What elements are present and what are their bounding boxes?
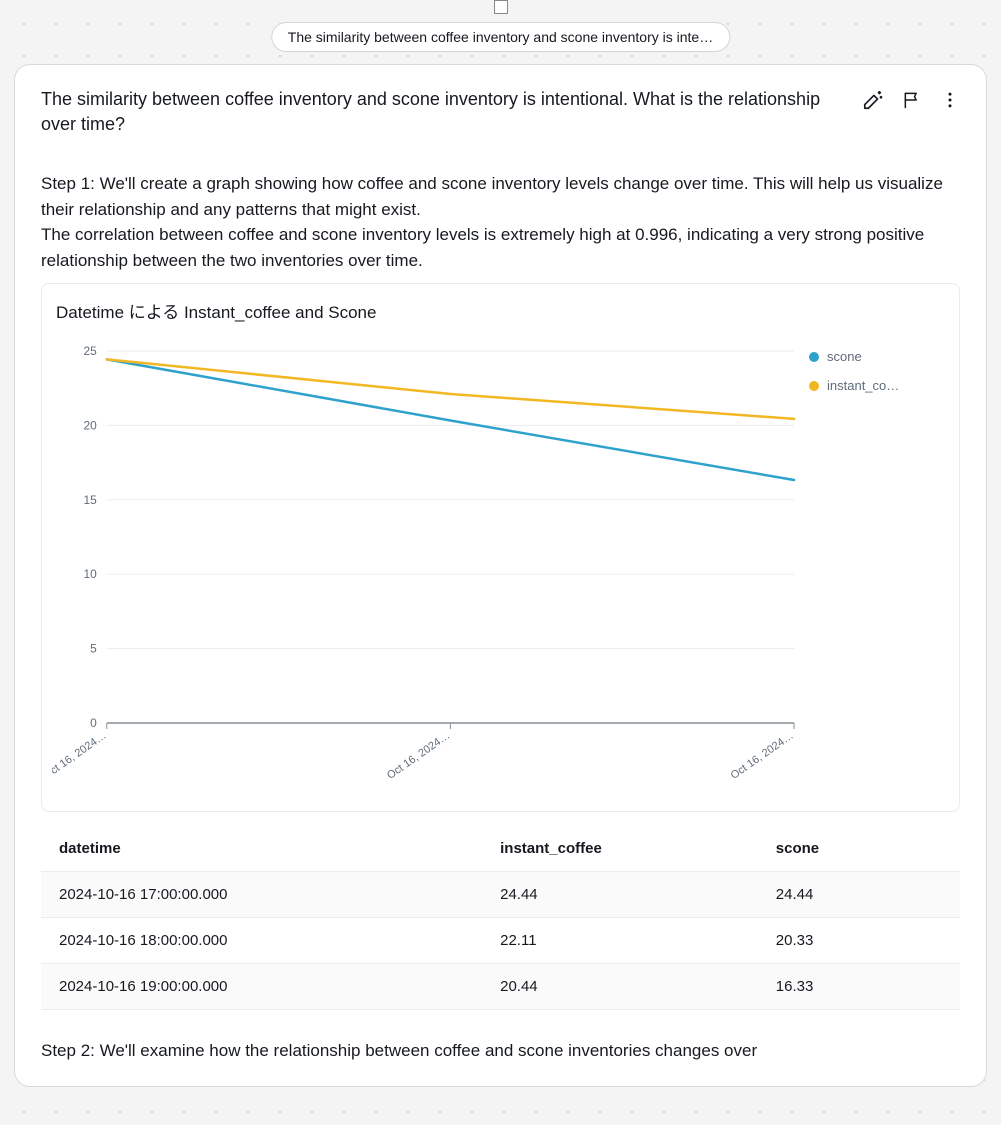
col-instant-coffee[interactable]: instant_coffee [482,826,758,872]
chart-title: Datetime による Instant_coffee and Scone [56,298,949,323]
header-actions [862,87,960,111]
table-cell: 22.11 [482,918,758,964]
table-cell: 2024-10-16 17:00:00.000 [41,872,482,918]
svg-text:15: 15 [84,493,98,507]
svg-text:0: 0 [90,716,97,730]
table-row[interactable]: 2024-10-16 17:00:00.00024.4424.44 [41,872,960,918]
breadcrumb-chip[interactable]: The similarity between coffee inventory … [271,22,730,52]
table-row[interactable]: 2024-10-16 18:00:00.00022.1120.33 [41,918,960,964]
step1-line1: Step 1: We'll create a graph showing how… [41,171,960,222]
data-table: datetime instant_coffee scone 2024-10-16… [41,826,960,1010]
analysis-card: The similarity between coffee inventory … [14,64,987,1087]
chart-plot-area[interactable]: 0 5 10 15 20 25 Oct 16, 2024… Oct 16, 2024… Oct … [52,333,809,803]
col-scone[interactable]: scone [758,826,960,872]
legend-dot-icon [809,352,819,362]
step1-paragraph: Step 1: We'll create a graph showing how… [41,171,960,273]
table-header-row: datetime instant_coffee scone [41,826,960,872]
legend-item-scone[interactable]: scone [809,349,949,364]
step2-paragraph: Step 2: We'll examine how the relationsh… [41,1038,960,1064]
more-vertical-icon[interactable] [940,90,960,110]
flag-icon[interactable] [902,90,922,110]
chart-container: Datetime による Instant_coffee and Scone 0 5… [41,283,960,812]
connector-node[interactable] [494,0,508,14]
legend-label: scone [827,349,862,364]
svg-text:Oct 16, 2024…: Oct 16, 2024… [729,730,796,782]
table-cell: 24.44 [482,872,758,918]
table-cell: 20.33 [758,918,960,964]
legend-label: instant_co… [827,378,899,393]
svg-text:10: 10 [84,568,98,582]
card-header: The similarity between coffee inventory … [41,87,960,137]
svg-text:5: 5 [90,642,97,656]
legend-item-instant-coffee[interactable]: instant_co… [809,378,949,393]
svg-text:Oct 16, 2024…: Oct 16, 2024… [52,730,109,782]
table-cell: 2024-10-16 18:00:00.000 [41,918,482,964]
chart-legend: scone instant_co… [809,333,949,803]
table-cell: 24.44 [758,872,960,918]
canvas-background: The similarity between coffee inventory … [0,0,1001,1125]
col-datetime[interactable]: datetime [41,826,482,872]
page-title: The similarity between coffee inventory … [41,87,846,137]
svg-text:25: 25 [84,344,98,358]
edit-sparkle-icon[interactable] [862,89,884,111]
table-row[interactable]: 2024-10-16 19:00:00.00020.4416.33 [41,964,960,1010]
legend-dot-icon [809,381,819,391]
svg-text:Oct 16, 2024…: Oct 16, 2024… [385,730,452,782]
table-cell: 2024-10-16 19:00:00.000 [41,964,482,1010]
table-cell: 20.44 [482,964,758,1010]
step1-line2: The correlation between coffee and scone… [41,222,960,273]
svg-text:20: 20 [84,419,98,433]
table-cell: 16.33 [758,964,960,1010]
